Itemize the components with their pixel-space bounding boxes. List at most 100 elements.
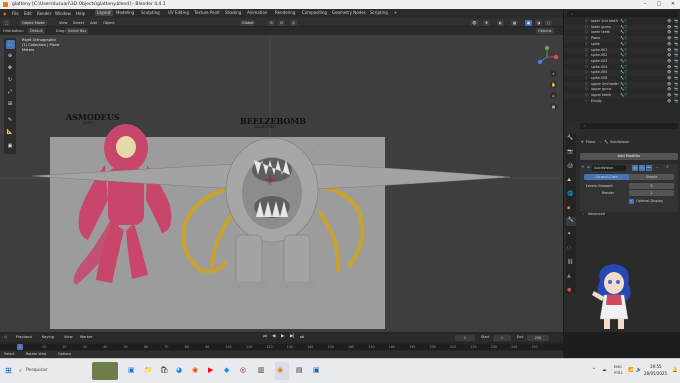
modifier-tab-icon[interactable]: 🔧	[566, 217, 576, 226]
tab-geometry-nodes[interactable]: Geometry Nodes	[330, 9, 368, 16]
pivot-icon[interactable]: ⊙	[268, 19, 276, 26]
viewport-toggle-icon[interactable]: ▭	[639, 165, 645, 171]
app4-icon[interactable]: ▤	[296, 366, 303, 374]
tab-texture-paint[interactable]: Texture Paint	[192, 9, 222, 16]
network-icon[interactable]: ☁	[602, 368, 607, 373]
render-camera-icon[interactable]: 📷	[674, 99, 678, 105]
render-levels-field[interactable]: 2	[629, 190, 674, 196]
menu-help[interactable]: Help	[76, 9, 85, 18]
next-key-icon[interactable]: ▶▏	[290, 334, 297, 339]
minimize-button[interactable]: –	[638, 0, 652, 9]
language-indicator[interactable]: ENG	[614, 365, 622, 369]
menu-window[interactable]: Window	[55, 9, 71, 18]
app-icon[interactable]: ◆	[224, 366, 229, 374]
catmull-clark-button[interactable]: Catmull-Clark	[584, 174, 629, 180]
menu-render[interactable]: Render	[37, 9, 51, 18]
drag-select[interactable]: Select Box	[66, 28, 89, 34]
tool-tab-icon[interactable]: 🔧	[567, 135, 573, 141]
store-icon[interactable]: 🛍	[160, 366, 169, 374]
wifi-icon[interactable]: 📶	[628, 368, 634, 373]
tab-layout[interactable]: Layout	[95, 9, 113, 16]
editor-type-icon[interactable]: ⬚	[3, 19, 11, 26]
current-frame-field[interactable]: 1	[455, 335, 475, 341]
add-workspace-button[interactable]: +	[392, 9, 399, 16]
material-tab-icon[interactable]: ●	[567, 287, 571, 293]
blender-taskbar-icon[interactable]: ◉	[277, 366, 283, 374]
clock-date[interactable]: 28/05/2025	[644, 371, 667, 376]
cursor-icon[interactable]: ⊕	[6, 52, 15, 61]
properties-search[interactable]: ⌕	[580, 123, 678, 129]
perspective-toggle-icon[interactable]: ▦	[550, 103, 557, 110]
rotate-icon[interactable]: ↻	[6, 76, 15, 85]
zoom-icon[interactable]: ⌕	[550, 70, 557, 77]
tab-scripting[interactable]: Scripting	[368, 9, 390, 16]
playhead[interactable]: 1	[17, 344, 23, 350]
edge-icon[interactable]: ◕	[176, 366, 182, 374]
select-box-icon[interactable]: ⬚	[5, 40, 15, 49]
transform-icon[interactable]: ⊞	[6, 100, 15, 109]
jump-end-icon[interactable]: ⏭	[300, 334, 304, 340]
3d-viewport[interactable]: ASMODEUS (LUST) BEELZEBOMB (GLUTTONY) Ri…	[0, 35, 563, 332]
volume-icon[interactable]: 🔊	[636, 368, 642, 373]
visibility-eye-icon[interactable]: 👁	[667, 99, 671, 105]
annotate-icon[interactable]: ✎	[6, 116, 15, 125]
shading-material-icon[interactable]: ◑	[535, 19, 543, 26]
timeline-ruler[interactable]: 1 10 20 30 40 50 60 70 80 90 100 110 120 130 140 150 16…	[0, 344, 563, 350]
constraints-tab-icon[interactable]: ⛓	[567, 259, 573, 265]
mode-select[interactable]: Object Mode	[20, 19, 47, 26]
options-dropdown[interactable]: Options	[536, 28, 554, 34]
advanced-section[interactable]: Advanced	[588, 212, 605, 216]
app2-icon[interactable]: ◎	[240, 366, 246, 374]
timeline-view-menu[interactable]: View	[64, 335, 73, 339]
tray-chevron-icon[interactable]: ^	[592, 368, 596, 373]
menu-add[interactable]: Add	[90, 20, 97, 26]
editmode-toggle-icon[interactable]: ▥	[632, 165, 638, 171]
clock-time[interactable]: 19:55	[650, 364, 662, 369]
start-frame-field[interactable]: 1	[493, 335, 511, 341]
scene-tab-icon[interactable]: ⛰	[567, 177, 571, 183]
timeline-editor-icon[interactable]: ◷	[4, 335, 7, 339]
transform-orientation-select[interactable]: Global	[240, 19, 256, 26]
pan-icon[interactable]: ✋	[550, 81, 557, 88]
blender-menu-icon[interactable]: ◉	[3, 9, 7, 18]
file-explorer-icon[interactable]: 📁	[144, 366, 153, 374]
camera-view-icon[interactable]: ⌂	[550, 92, 557, 99]
tab-animation[interactable]: Animation	[245, 9, 269, 16]
orientation-select[interactable]: Default	[28, 28, 45, 34]
snap-icon[interactable]: ⊡	[278, 19, 286, 26]
add-cube-icon[interactable]: ▣	[6, 142, 15, 151]
widgets-image[interactable]	[92, 362, 118, 380]
menu-object[interactable]: Object	[103, 20, 115, 26]
notification-icon[interactable]: 🔔	[672, 368, 678, 373]
chrome-icon[interactable]: ◉	[192, 366, 198, 374]
visibility-icon[interactable]: 👁	[470, 19, 479, 26]
gizmo-icon[interactable]: ✥	[483, 19, 491, 26]
youtube-icon[interactable]: ▶	[208, 366, 213, 374]
render-toggle-icon[interactable]: 📷	[646, 165, 652, 171]
tab-modeling[interactable]: Modeling	[114, 9, 136, 16]
measure-icon[interactable]: 📐	[6, 128, 15, 137]
end-frame-field[interactable]: 250	[527, 335, 549, 341]
outliner-row[interactable]: ⊹ Empty 👁 📷	[564, 99, 680, 105]
proportional-edit-icon[interactable]: ◎	[290, 19, 298, 26]
world-tab-icon[interactable]: 🌐	[567, 191, 573, 197]
prev-key-icon[interactable]: ◀	[272, 334, 275, 339]
levels-viewport-field[interactable]: 3	[629, 183, 674, 189]
taskview-icon[interactable]: ▣	[128, 366, 135, 374]
menu-file[interactable]: File	[12, 9, 19, 18]
modifier-remove-icon[interactable]: ✕	[666, 165, 669, 169]
timeline-marker-menu[interactable]: Marker	[80, 335, 92, 339]
add-modifier-button[interactable]: Add Modifier	[580, 153, 678, 160]
timeline-playback-menu[interactable]: Playback	[16, 335, 32, 339]
shading-solid-icon[interactable]: ●	[525, 19, 533, 26]
data-tab-icon[interactable]: ▲	[567, 273, 571, 279]
output-tab-icon[interactable]: 🖨	[567, 163, 573, 169]
overlays-icon[interactable]: ◐	[497, 19, 505, 26]
outliner-search[interactable]: ⌕	[567, 11, 678, 17]
xray-icon[interactable]: ▦	[511, 19, 519, 26]
tab-shading[interactable]: Shading	[223, 9, 243, 16]
scale-icon[interactable]: ⤢	[6, 88, 15, 97]
app5-icon[interactable]: ▣	[313, 366, 320, 374]
object-tab-icon[interactable]: ▪	[567, 205, 570, 211]
tab-rendering[interactable]: Rendering	[273, 9, 297, 16]
